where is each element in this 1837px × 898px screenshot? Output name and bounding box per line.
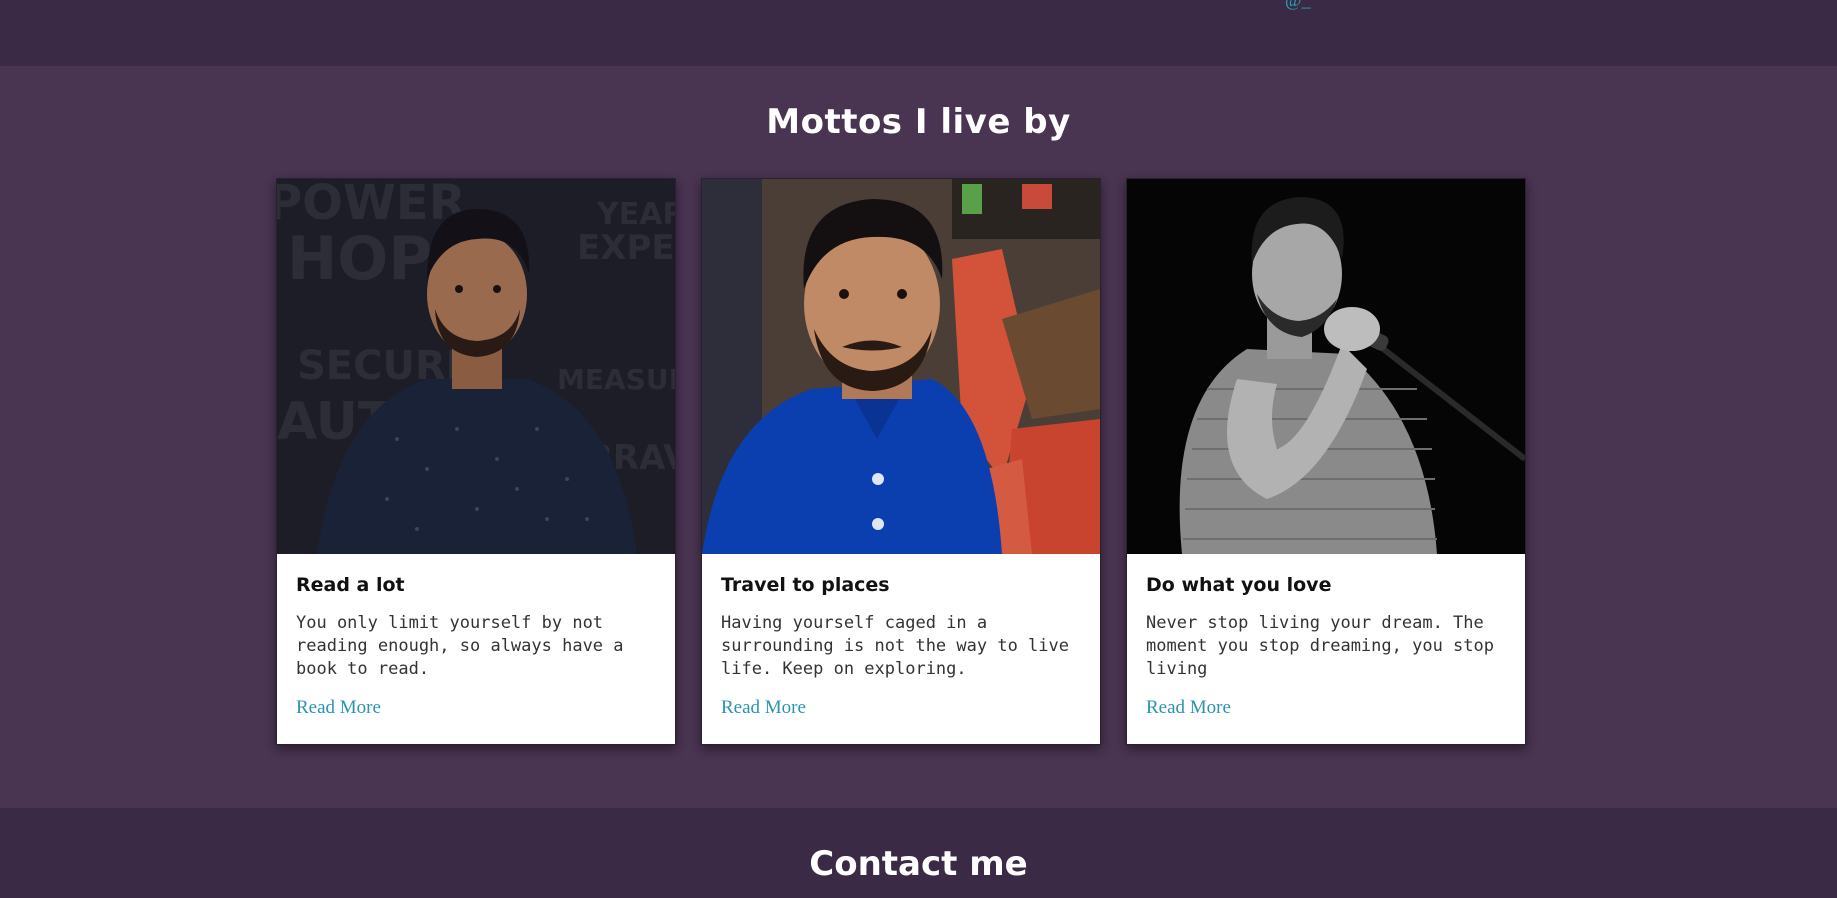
mottos-title: Mottos I live by <box>766 102 1071 142</box>
motto-card-read: POWER HOPE YEAR EXPECT SECURE AUTH MEASU… <box>276 178 676 745</box>
top-band: @_ <box>0 0 1837 66</box>
motto-card-title: Travel to places <box>721 574 890 596</box>
read-more-link[interactable]: Read More <box>721 697 806 718</box>
motto-card-text: Never stop living your dream. The moment… <box>1146 613 1494 679</box>
contact-section: Contact me <box>0 808 1837 898</box>
header-partial-link[interactable]: @_ <box>1285 0 1311 11</box>
svg-text:YEAR: YEAR <box>596 197 675 232</box>
contact-title: Contact me <box>809 844 1028 884</box>
man-blue-polo-selfie-photo <box>702 179 1100 554</box>
man-singing-microphone-photo <box>1127 179 1525 554</box>
read-more-link[interactable]: Read More <box>1146 697 1231 718</box>
motto-card-title: Do what you love <box>1146 574 1332 596</box>
motto-card-title: Read a lot <box>296 574 405 596</box>
motto-card-text: Having yourself caged in a surrounding i… <box>721 613 1069 679</box>
motto-cards: POWER HOPE YEAR EXPECT SECURE AUTH MEASU… <box>276 178 1526 745</box>
man-dark-shirt-photo: POWER HOPE YEAR EXPECT SECURE AUTH MEASU… <box>277 179 675 554</box>
read-more-link[interactable]: Read More <box>296 697 381 718</box>
motto-card-love: Do what you love Never stop living your … <box>1126 178 1526 745</box>
motto-card-travel: Travel to places Having yourself caged i… <box>701 178 1101 745</box>
svg-text:EXPECT: EXPECT <box>577 228 675 268</box>
motto-card-text: You only limit yourself by not reading e… <box>296 613 624 679</box>
svg-text:MEASUR: MEASUR <box>557 363 675 396</box>
mottos-section: Mottos I live by POWER HOPE YEAR EXPECT … <box>0 66 1837 808</box>
